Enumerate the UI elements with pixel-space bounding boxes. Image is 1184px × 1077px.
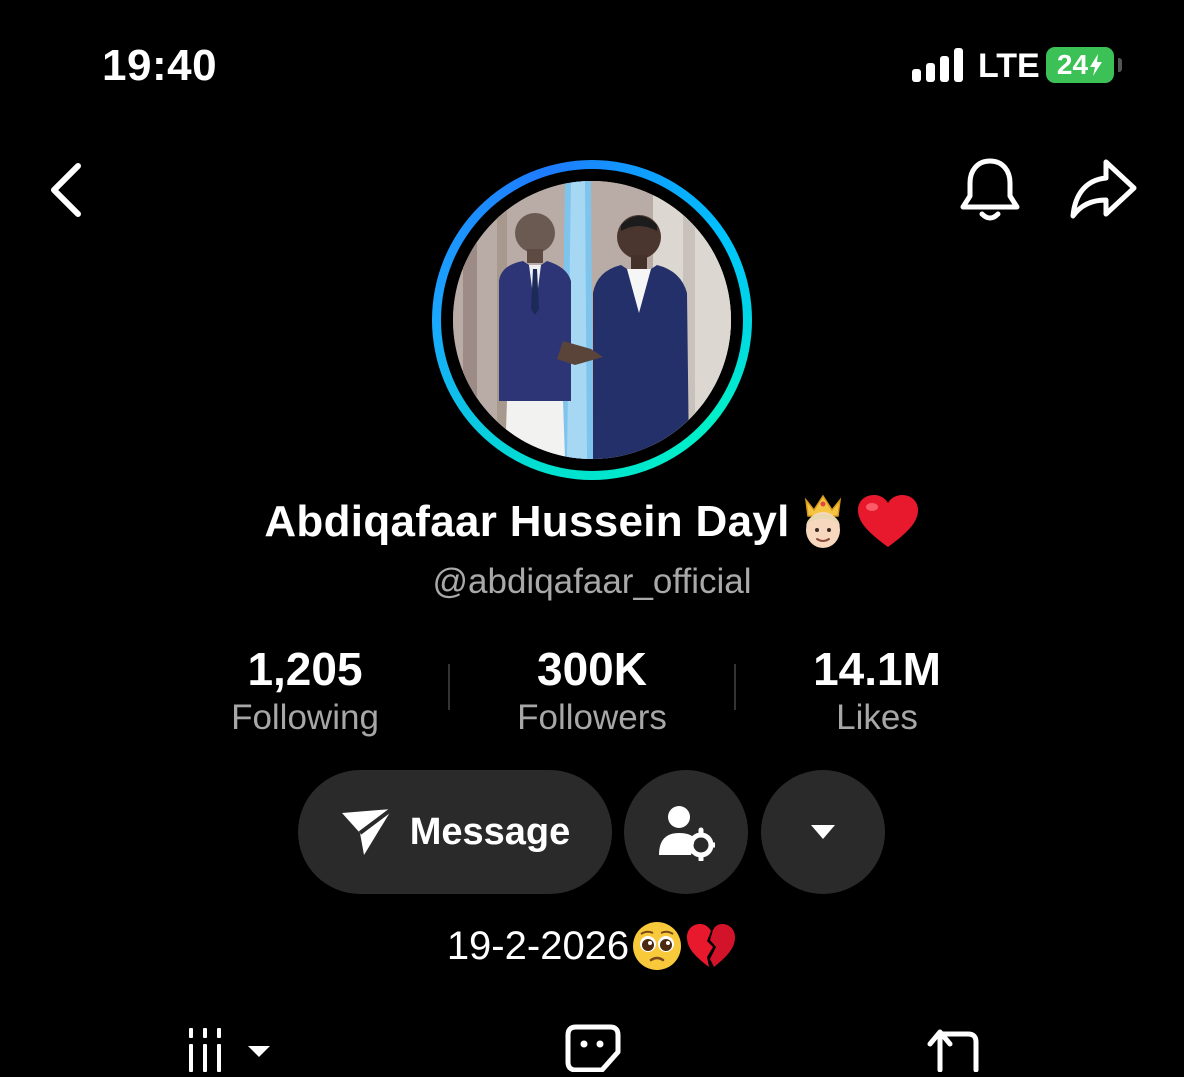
red-heart-emoji-icon — [857, 495, 918, 547]
stat-likes[interactable]: 14.1M Likes — [757, 642, 997, 740]
share-arrow-icon[interactable] — [1068, 156, 1140, 222]
bio-text: 19-2-2026 — [446, 923, 630, 968]
status-time: 19:40 — [102, 41, 218, 90]
followers-count: 300K — [537, 643, 647, 695]
profile-handle: @abdiqafaar_official — [432, 562, 752, 601]
network-type: LTE — [978, 47, 1040, 85]
avatar[interactable] — [453, 181, 731, 459]
avatar-photo-illustration — [453, 181, 731, 459]
grid-videos-icon — [189, 1028, 270, 1072]
signal-strength-icon — [912, 48, 968, 82]
likes-label: Likes — [836, 698, 918, 737]
friend-settings-button[interactable] — [624, 770, 748, 894]
charging-bolt-icon — [1090, 54, 1103, 76]
following-count: 1,205 — [247, 643, 363, 695]
stat-followers[interactable]: 300K Followers — [472, 642, 712, 740]
paper-plane-icon — [341, 807, 393, 855]
stat-following[interactable]: 1,205 Following — [185, 642, 425, 740]
tab-videos[interactable] — [186, 1022, 276, 1077]
tab-reposts[interactable] — [924, 1022, 990, 1077]
caret-down-icon — [811, 825, 835, 839]
prince-emoji-icon — [804, 494, 841, 548]
followers-label: Followers — [517, 698, 667, 737]
pleading-face-emoji-icon — [633, 922, 682, 970]
stat-divider — [448, 664, 450, 710]
stat-divider — [734, 664, 736, 710]
tab-stickers[interactable] — [564, 1022, 622, 1077]
battery-level: 24 — [1056, 49, 1089, 80]
user-gear-icon — [659, 806, 715, 861]
message-button[interactable]: Message — [298, 770, 612, 894]
likes-count: 14.1M — [813, 643, 941, 695]
battery-cap — [1118, 58, 1122, 72]
battery-indicator: 24 — [1046, 47, 1114, 83]
profile-name-row: Abdiqafaar Hussein Dayl — [0, 490, 1184, 554]
message-button-label: Message — [409, 810, 571, 853]
broken-heart-emoji-icon — [687, 924, 736, 967]
sticker-icon — [565, 1024, 621, 1073]
bell-icon[interactable] — [958, 156, 1022, 224]
following-label: Following — [231, 698, 379, 737]
profile-bio: 19-2-2026 — [0, 916, 1184, 976]
repost-icon — [927, 1029, 979, 1073]
more-options-button[interactable] — [761, 770, 885, 894]
profile-name: Abdiqafaar Hussein Dayl — [264, 497, 790, 546]
chevron-left-icon[interactable] — [44, 160, 88, 220]
